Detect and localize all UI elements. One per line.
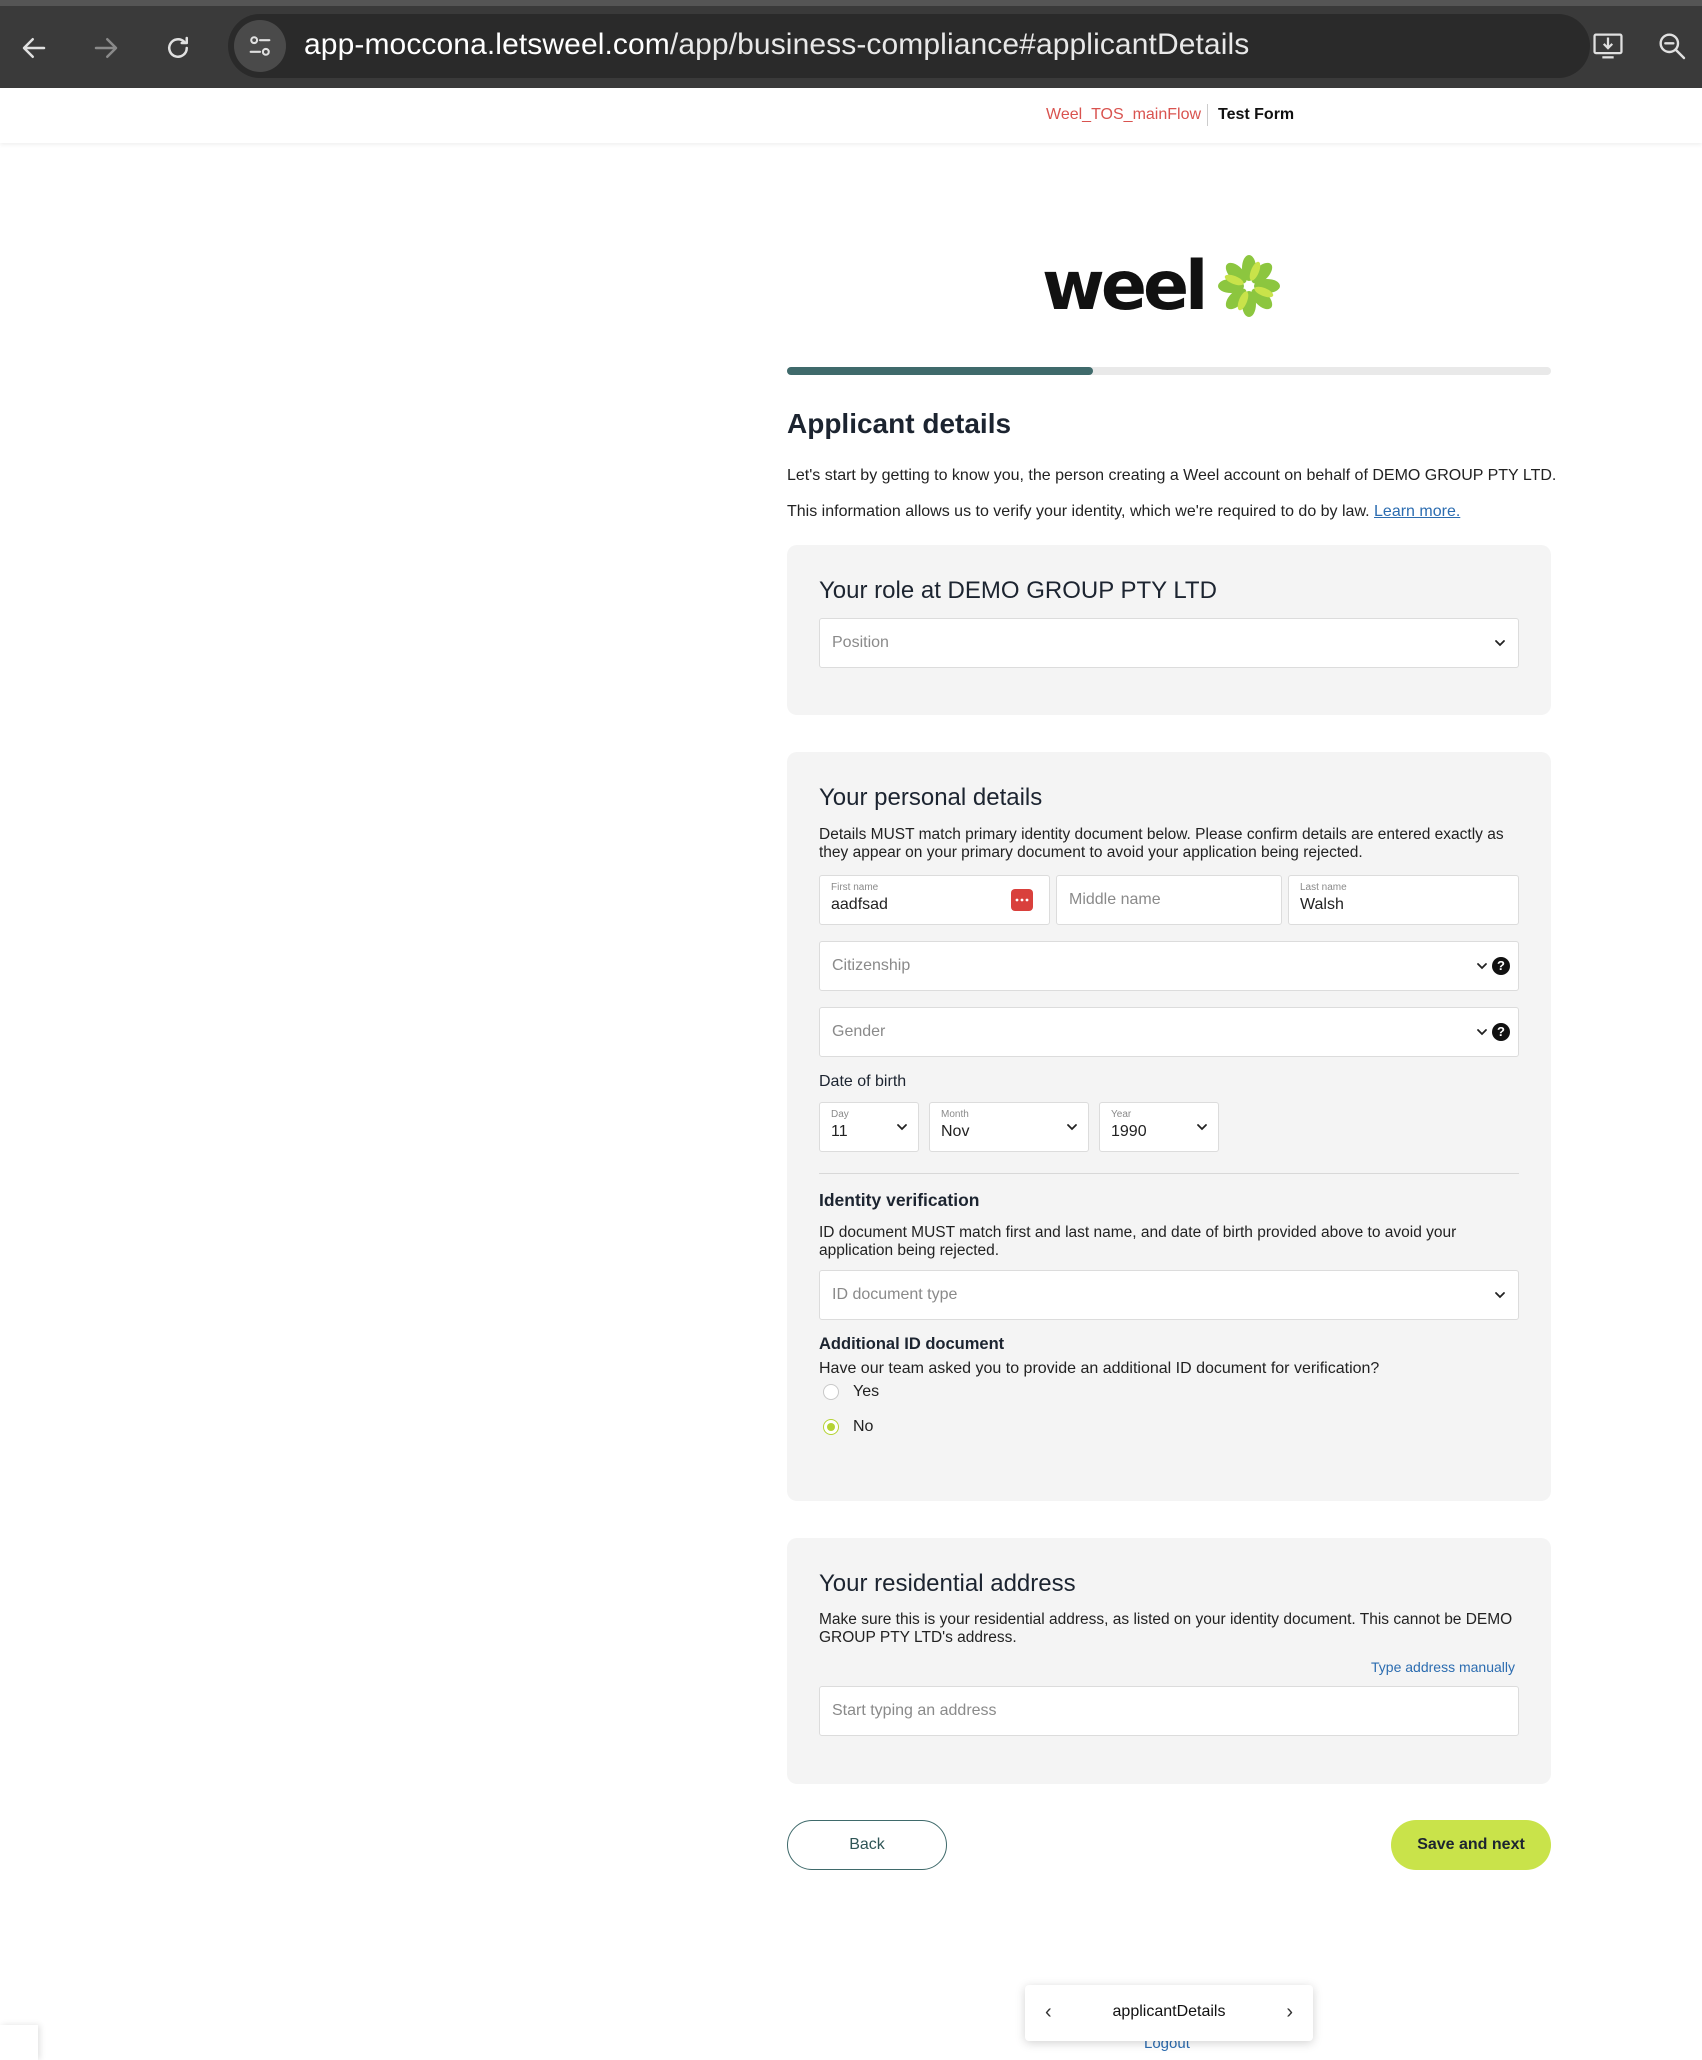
- url-host: app-moccona.letsweel.com: [304, 28, 670, 61]
- personal-details-card: Your personal details Details MUST match…: [787, 752, 1551, 1501]
- page-title: Applicant details: [787, 408, 1012, 439]
- last-name-label: Last name: [1300, 882, 1347, 893]
- logo-wordmark: weel: [1042, 247, 1208, 326]
- reload-icon[interactable]: [156, 26, 200, 70]
- id-document-type-select[interactable]: ID document type: [819, 1270, 1519, 1320]
- first-name-field[interactable]: First name aadfsad: [819, 875, 1050, 925]
- dob-label: Date of birth: [819, 1073, 907, 1090]
- dob-day-select[interactable]: Day 11: [819, 1102, 919, 1152]
- flow-name[interactable]: Weel_TOS_mainFlow: [1046, 106, 1201, 124]
- header-divider: [1207, 104, 1208, 126]
- chevron-down-icon: [1477, 1029, 1487, 1036]
- chevron-right-icon[interactable]: ›: [1286, 2001, 1293, 2024]
- dob-day-value: 11: [831, 1123, 848, 1140]
- address-search-input[interactable]: Start typing an address: [819, 1686, 1519, 1736]
- address-card-description: Make sure this is your residential addre…: [819, 1611, 1513, 1646]
- progress-bar: [787, 367, 1551, 375]
- url-text: app-moccona.letsweel.com/app/business-co…: [304, 28, 1249, 62]
- chevron-down-icon: [897, 1124, 907, 1131]
- browser-toolbar: app-moccona.letsweel.com/app/business-co…: [0, 0, 1702, 88]
- dob-year-value: 1990: [1111, 1123, 1147, 1140]
- radio-option-no[interactable]: No: [823, 1416, 873, 1438]
- first-name-label: First name: [831, 882, 879, 893]
- url-path: /app/business-compliance#applicantDetail…: [669, 28, 1250, 61]
- progress-bar-fill: [787, 367, 1093, 375]
- middle-name-placeholder: Middle name: [1069, 891, 1161, 908]
- first-name-value: aadfsad: [831, 896, 888, 913]
- personal-card-description: Details MUST match primary identity docu…: [819, 826, 1504, 861]
- help-icon[interactable]: ?: [1492, 957, 1510, 975]
- additional-id-title: Additional ID document: [819, 1335, 1005, 1353]
- middle-name-field[interactable]: Middle name: [1056, 875, 1282, 925]
- last-name-field[interactable]: Last name Walsh: [1288, 875, 1519, 925]
- back-button[interactable]: Back: [787, 1820, 947, 1870]
- dob-day-label: Day: [831, 1109, 849, 1120]
- chevron-down-icon: [1495, 640, 1505, 647]
- form-name: Test Form: [1218, 106, 1295, 123]
- citizenship-placeholder: Citizenship: [832, 957, 911, 974]
- intro-text-legal: This information allows us to verify you…: [787, 503, 1460, 521]
- forward-arrow-icon[interactable]: [84, 26, 128, 70]
- install-app-icon[interactable]: [1586, 24, 1630, 68]
- address-bar[interactable]: app-moccona.letsweel.com/app/business-co…: [228, 14, 1590, 78]
- personal-card-title: Your personal details: [819, 784, 1043, 811]
- radio-button-no[interactable]: [823, 1419, 839, 1435]
- radio-option-yes[interactable]: Yes: [823, 1381, 879, 1403]
- position-select[interactable]: Position: [819, 618, 1519, 668]
- address-placeholder: Start typing an address: [832, 1702, 997, 1719]
- intro-text: Let's start by getting to know you, the …: [787, 467, 1557, 484]
- weel-logo: weel: [1042, 247, 1282, 326]
- radio-label-no: No: [853, 1418, 874, 1435]
- chevron-down-icon: [1495, 1292, 1505, 1299]
- back-arrow-icon[interactable]: [12, 26, 56, 70]
- form-header: Weel_TOS_mainFlow Test Form: [0, 88, 1702, 143]
- radio-label-yes: Yes: [853, 1383, 880, 1400]
- role-card-title: Your role at DEMO GROUP PTY LTD: [819, 577, 1217, 604]
- radio-button-yes[interactable]: [823, 1384, 839, 1400]
- chevron-down-icon: [1067, 1124, 1077, 1131]
- zoom-icon[interactable]: [1650, 24, 1694, 68]
- gender-placeholder: Gender: [832, 1023, 886, 1040]
- dob-year-select[interactable]: Year 1990: [1099, 1102, 1219, 1152]
- password-manager-icon[interactable]: [1011, 889, 1033, 911]
- current-step-name: applicantDetails: [1112, 2003, 1226, 2020]
- address-card-title: Your residential address: [819, 1570, 1076, 1597]
- save-and-next-button[interactable]: Save and next: [1391, 1820, 1551, 1870]
- gender-select[interactable]: Gender ?: [819, 1007, 1519, 1057]
- role-card: Your role at DEMO GROUP PTY LTD Position: [787, 545, 1551, 715]
- logo-burst-icon: [1218, 255, 1280, 317]
- residential-address-card: Your residential address Make sure this …: [787, 1538, 1551, 1784]
- id-document-type-placeholder: ID document type: [832, 1286, 958, 1303]
- site-settings-icon[interactable]: [234, 20, 286, 72]
- help-icon[interactable]: ?: [1492, 1023, 1510, 1041]
- section-divider: [819, 1173, 1519, 1174]
- dob-month-select[interactable]: Month Nov: [929, 1102, 1089, 1152]
- side-panel-edge: [0, 2025, 38, 2060]
- chevron-down-icon: [1197, 1124, 1207, 1131]
- identity-title: Identity verification: [819, 1190, 980, 1210]
- additional-id-question: Have our team asked you to provide an ad…: [819, 1360, 1380, 1377]
- type-address-manually-link[interactable]: Type address manually: [1371, 1659, 1515, 1675]
- citizenship-select[interactable]: Citizenship ?: [819, 941, 1519, 991]
- dob-year-label: Year: [1111, 1109, 1132, 1120]
- learn-more-link[interactable]: Learn more.: [1374, 503, 1460, 520]
- dob-month-label: Month: [941, 1109, 969, 1120]
- step-navigator: ‹ applicantDetails ›: [1025, 1985, 1313, 2041]
- chevron-down-icon: [1477, 963, 1487, 970]
- position-placeholder: Position: [832, 634, 889, 651]
- intro-legal-text: This information allows us to verify you…: [787, 503, 1370, 520]
- identity-description: ID document MUST match first and last na…: [819, 1224, 1457, 1259]
- last-name-value: Walsh: [1300, 896, 1344, 913]
- dob-month-value: Nov: [941, 1123, 970, 1140]
